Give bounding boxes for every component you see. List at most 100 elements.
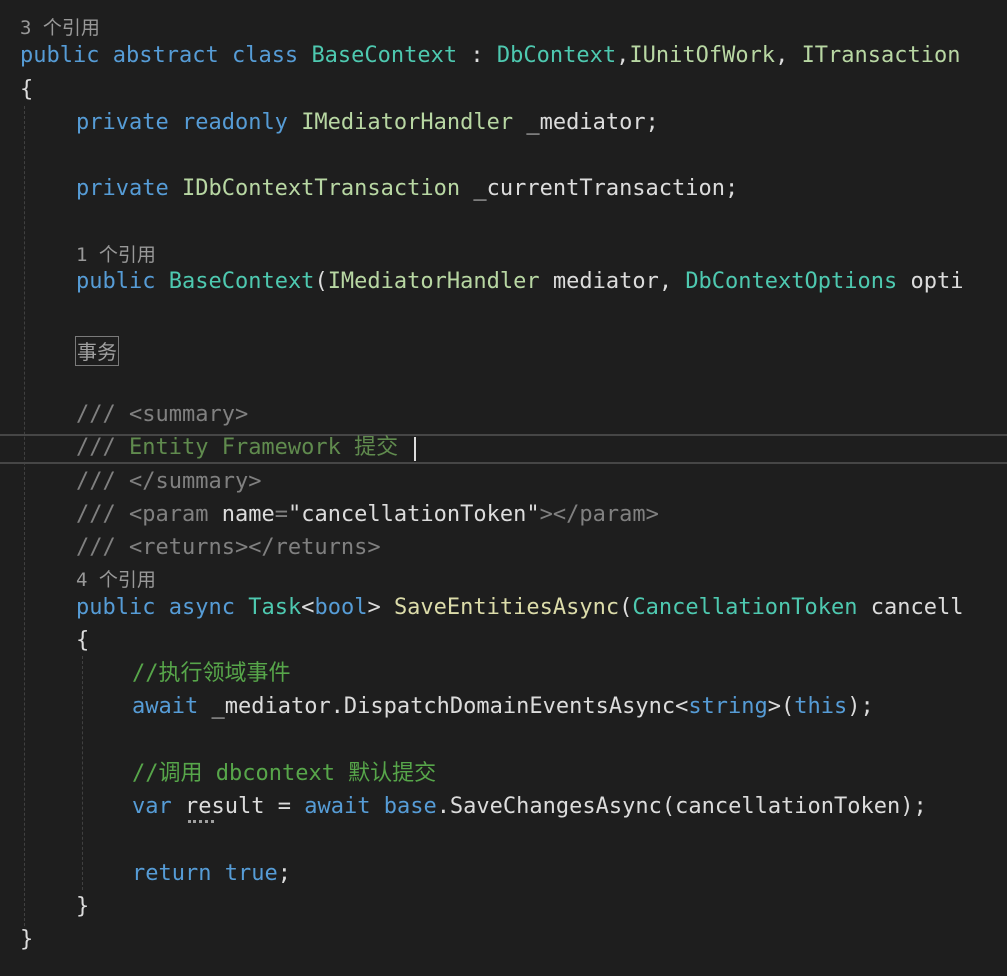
- indent-guide-class: [24, 106, 25, 926]
- code-line-class-declaration[interactable]: public abstract class BaseContext : DbCo…: [20, 42, 961, 70]
- doc-tag: ></param>: [539, 502, 659, 527]
- code-editor[interactable]: 3 个引用 public abstract class BaseContext …: [0, 0, 1007, 976]
- code-line-comment-dispatch[interactable]: //执行领域事件: [132, 660, 291, 688]
- field-type: IMediatorHandler: [301, 110, 514, 135]
- code-line-method-declaration[interactable]: public async Task<bool> SaveEntitiesAsyn…: [76, 594, 964, 622]
- suggestion-squiggle[interactable]: [188, 820, 214, 827]
- comment: //调用 dbcontext 默认提交: [132, 761, 437, 786]
- keyword-public: public: [76, 595, 156, 620]
- comment: //执行领域事件: [132, 661, 291, 686]
- doc-slashes: ///: [76, 502, 129, 527]
- doc-text: Entity Framework 提交: [128, 435, 399, 460]
- code-line-save-changes[interactable]: var result = await base.SaveChangesAsync…: [132, 793, 927, 821]
- code-line-await-dispatch[interactable]: await _mediator.DispatchDomainEventsAsyn…: [132, 693, 874, 721]
- keyword-true: true: [224, 861, 278, 886]
- doc-tag: <returns></returns>: [128, 535, 381, 560]
- base-class-name: DbContext: [496, 43, 617, 68]
- comma: ,: [616, 43, 630, 68]
- constructor-name: BaseContext: [168, 269, 315, 294]
- param-type: IMediatorHandler: [327, 269, 540, 294]
- class-name: BaseContext: [311, 43, 458, 68]
- code-line-doc-summary-close[interactable]: /// </summary>: [76, 468, 261, 496]
- close-brace: }: [20, 927, 34, 952]
- colon: :: [457, 43, 497, 68]
- param-name: opti: [897, 269, 964, 294]
- code-line-doc-summary-open[interactable]: /// <summary>: [76, 401, 248, 429]
- param-name: cancell: [857, 595, 964, 620]
- code-line-doc-param[interactable]: /// <param name="cancellationToken"></pa…: [76, 501, 659, 529]
- param-type: DbContextOptions: [685, 269, 898, 294]
- code-line-class-close-brace[interactable]: }: [20, 926, 33, 954]
- codelens-class-references[interactable]: 3 个引用: [20, 16, 100, 40]
- keyword-public: public: [20, 43, 100, 68]
- field-name: _mediator;: [513, 110, 659, 135]
- keyword-private: private: [76, 110, 169, 135]
- close-brace: }: [76, 894, 90, 919]
- gt-paren: >(: [767, 694, 795, 719]
- keyword-return: return: [132, 861, 212, 886]
- open-brace: {: [76, 628, 90, 653]
- doc-slashes: ///: [76, 469, 129, 494]
- field-name: _currentTransaction;: [460, 176, 739, 201]
- keyword-var: var: [132, 794, 172, 819]
- lt: <: [301, 595, 315, 620]
- keyword-base: base: [383, 794, 437, 819]
- keyword-async: async: [168, 595, 235, 620]
- open-brace: {: [20, 77, 34, 102]
- keyword-class: class: [231, 43, 299, 68]
- comma: ,: [775, 43, 802, 68]
- doc-tag: <summary>: [128, 402, 249, 427]
- param-type: CancellationToken: [632, 595, 858, 620]
- doc-attribute-value: "cancellationToken": [287, 502, 540, 527]
- code-line-field-transaction[interactable]: private IDbContextTransaction _currentTr…: [76, 175, 738, 203]
- indent-guide-method: [82, 656, 83, 890]
- code-line-return[interactable]: return true;: [132, 860, 291, 888]
- doc-slashes: ///: [76, 535, 129, 560]
- doc-tag: <param: [128, 502, 209, 527]
- interface-transaction: ITransaction: [801, 43, 961, 68]
- method-call: _mediator.DispatchDomainEventsAsync: [198, 694, 676, 719]
- keyword-await: await: [304, 794, 371, 819]
- open-paren: (: [314, 269, 328, 294]
- keyword-readonly: readonly: [181, 110, 288, 135]
- text-caret: [414, 437, 416, 461]
- doc-tag: </summary>: [128, 469, 262, 494]
- interface-unit-of-work: IUnitOfWork: [629, 43, 776, 68]
- codelens-constructor-references[interactable]: 1 个引用: [76, 243, 156, 267]
- type-bool: bool: [314, 595, 368, 620]
- code-line-doc-summary-text[interactable]: /// Entity Framework 提交: [76, 434, 398, 462]
- code-line-comment-save[interactable]: //调用 dbcontext 默认提交: [132, 760, 436, 788]
- collapsed-region-transaction[interactable]: 事务: [75, 336, 119, 366]
- type-string: string: [688, 694, 768, 719]
- code-line-doc-returns[interactable]: /// <returns></returns>: [76, 534, 381, 562]
- equals: =: [264, 794, 305, 819]
- doc-slashes: ///: [76, 435, 129, 460]
- keyword-await: await: [132, 694, 199, 719]
- lt: <: [675, 694, 689, 719]
- keyword-abstract: abstract: [112, 43, 219, 68]
- doc-equals: =: [274, 502, 288, 527]
- doc-attribute-name: name: [208, 502, 275, 527]
- keyword-private: private: [76, 176, 169, 201]
- open-paren: (: [619, 595, 633, 620]
- codelens-method-references[interactable]: 4 个引用: [76, 568, 156, 592]
- variable-name: result: [171, 794, 265, 819]
- field-type: IDbContextTransaction: [181, 176, 461, 201]
- semicolon: ;: [277, 861, 291, 886]
- return-type-task: Task: [248, 595, 302, 620]
- code-line-class-open-brace[interactable]: {: [20, 76, 33, 104]
- keyword-this: this: [794, 694, 848, 719]
- doc-slashes: ///: [76, 402, 129, 427]
- code-line-field-mediator[interactable]: private readonly IMediatorHandler _media…: [76, 109, 659, 137]
- method-call: .SaveChangesAsync(cancellationToken);: [436, 794, 927, 819]
- param-name: mediator,: [539, 269, 686, 294]
- code-line-constructor[interactable]: public BaseContext(IMediatorHandler medi…: [76, 268, 963, 296]
- statement-end: );: [847, 694, 874, 719]
- code-line-method-close-brace[interactable]: }: [76, 893, 89, 921]
- gt: >: [367, 595, 394, 620]
- method-name: SaveEntitiesAsync: [393, 595, 620, 620]
- code-line-method-open-brace[interactable]: {: [76, 627, 89, 655]
- keyword-public: public: [76, 269, 156, 294]
